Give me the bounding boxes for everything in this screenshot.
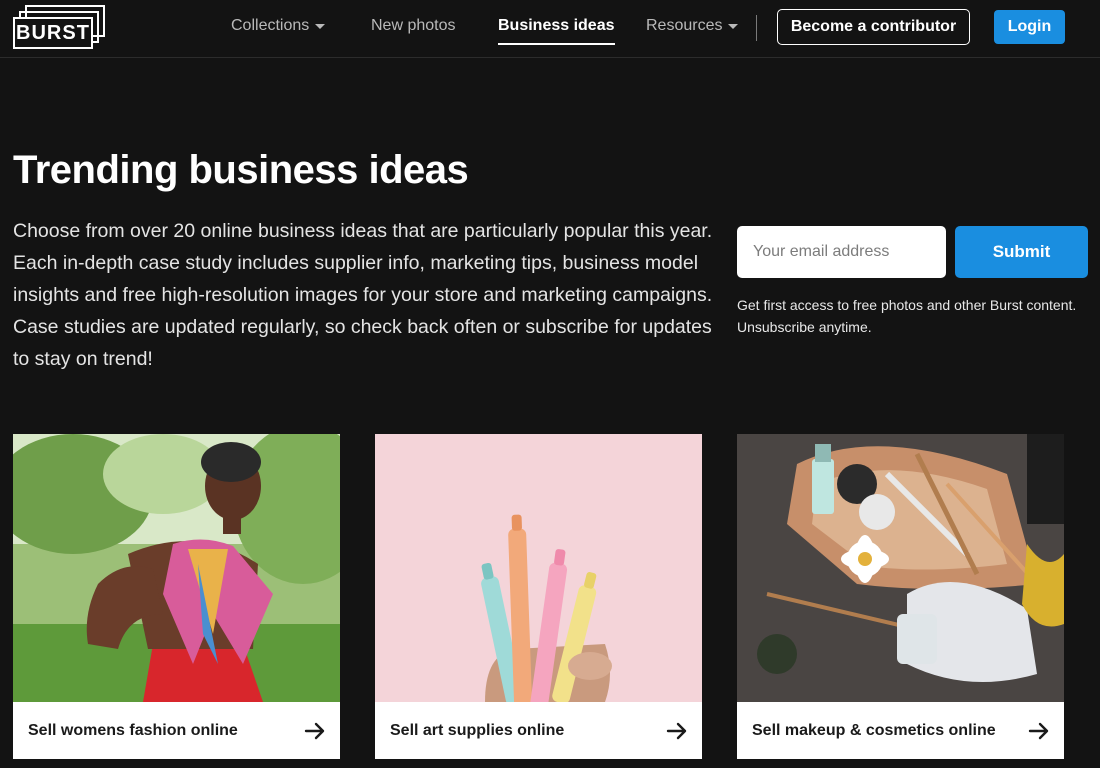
card-label-art-supplies: Sell art supplies online	[390, 721, 565, 739]
nav-divider	[756, 15, 757, 41]
page-description: Choose from over 20 online business idea…	[13, 220, 713, 370]
burst-logo[interactable]: BURST	[13, 5, 107, 49]
card-art-supplies[interactable]: Sell art supplies online	[375, 434, 702, 759]
logo-text: BURST	[13, 17, 93, 49]
nav-new-photos-label: New photos	[371, 17, 456, 34]
arrow-right-icon	[304, 722, 325, 740]
card-image-art-supplies	[375, 434, 702, 702]
become-contributor-button[interactable]: Become a contributor	[777, 9, 970, 45]
login-button[interactable]: Login	[994, 10, 1065, 44]
card-image-womens-fashion	[13, 434, 340, 702]
caret-down-icon	[728, 23, 739, 29]
email-input[interactable]	[737, 226, 946, 278]
nav-resources[interactable]: Resources	[646, 17, 739, 35]
arrow-right-icon	[666, 722, 687, 740]
card-image-makeup-cosmetics	[737, 434, 1064, 702]
page-title: Trending business ideas	[13, 148, 469, 192]
nav-business-ideas-label: Business ideas	[498, 17, 615, 34]
caret-down-icon	[315, 23, 326, 29]
arrow-right-icon	[1028, 722, 1049, 740]
card-label-makeup-cosmetics: Sell makeup & cosmetics online	[752, 721, 996, 739]
submit-button[interactable]: Submit	[955, 226, 1088, 278]
nav-collections[interactable]: Collections	[231, 17, 326, 35]
nav-collections-label: Collections	[231, 17, 310, 34]
card-womens-fashion[interactable]: Sell womens fashion online	[13, 434, 340, 759]
subscribe-note: Get first access to free photos and othe…	[737, 297, 1077, 335]
nav-new-photos[interactable]: New photos	[371, 17, 456, 35]
card-label-womens-fashion: Sell womens fashion online	[28, 721, 238, 739]
card-makeup-cosmetics[interactable]: Sell makeup & cosmetics online	[737, 434, 1064, 759]
site-header: BURST Collections New photos Business id…	[0, 0, 1100, 58]
nav-resources-label: Resources	[646, 17, 723, 34]
nav-business-ideas[interactable]: Business ideas	[498, 17, 615, 45]
